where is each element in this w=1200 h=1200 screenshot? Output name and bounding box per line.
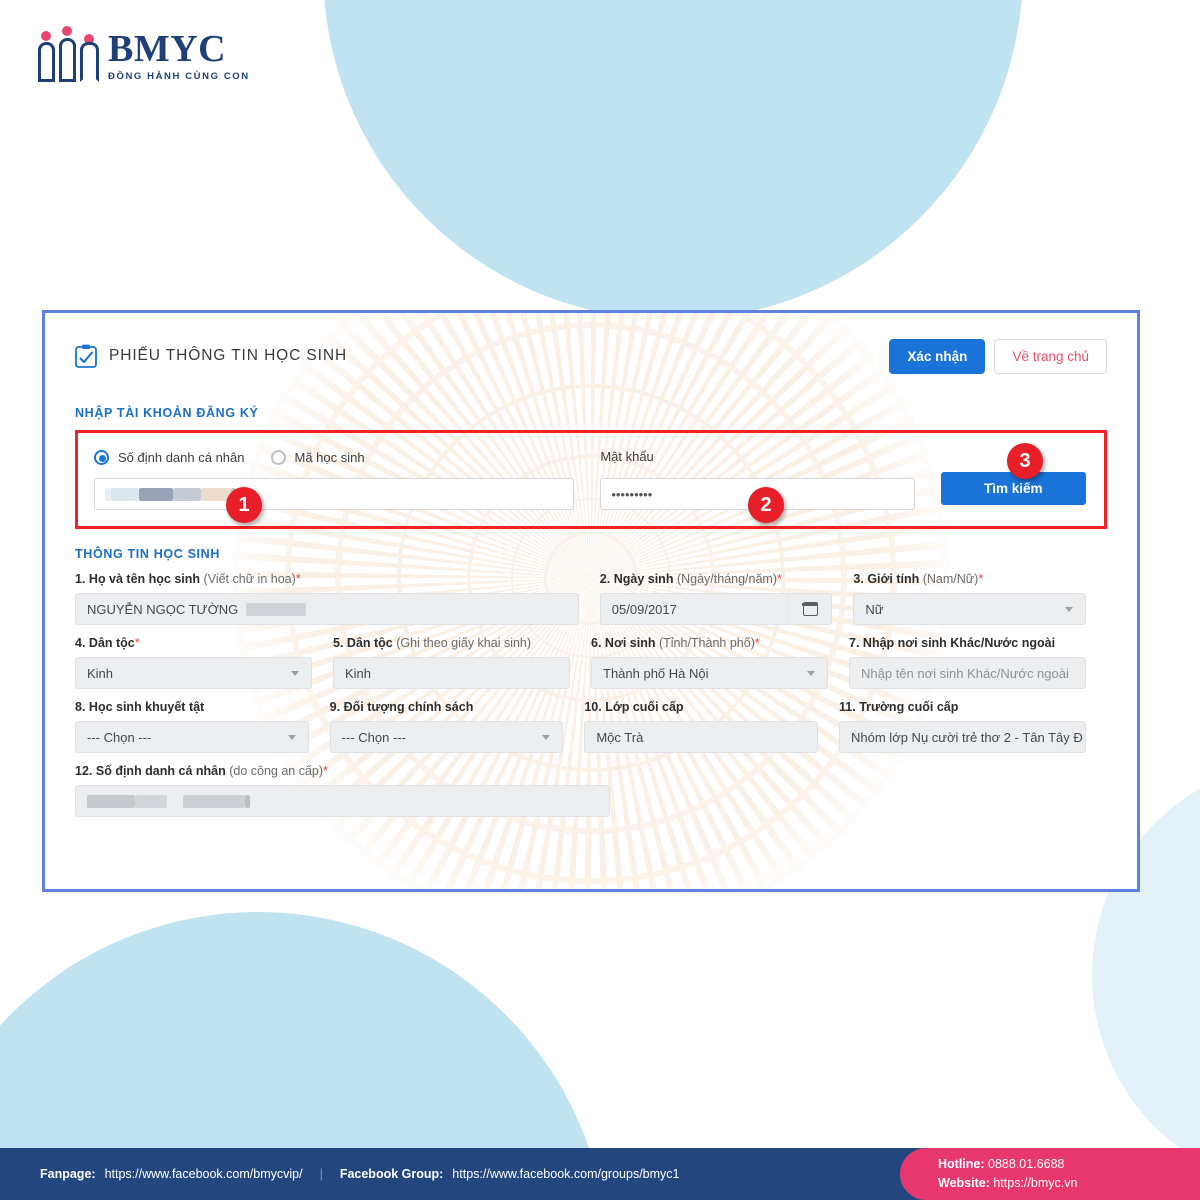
logo-wordmark: BMYC	[108, 28, 227, 70]
field-label: 6. Nơi sinh (Tỉnh/Thành phố)*	[591, 636, 760, 650]
redacted-value	[183, 794, 245, 808]
redacted-value	[245, 794, 250, 808]
field-label: 4. Dân tộc*	[75, 636, 140, 650]
website-row: Website: https://bmyc.vn	[938, 1174, 1200, 1193]
section-heading-student: THÔNG TIN HỌC SINH	[75, 547, 221, 561]
field-ethnicity-birthcert: 5. Dân tộc (Ghi theo giấy khai sinh) Kin…	[333, 636, 591, 689]
callout-badge-3: 3	[1007, 443, 1043, 479]
personal-id-input[interactable]	[94, 478, 575, 510]
page-title: PHIẾU THÔNG TIN HỌC SINH	[109, 347, 348, 364]
field-label: 11. Trường cuối cấp	[839, 700, 959, 714]
page-root: BMYC ĐỒNG HÀNH CÙNG CON PHIẾU THÔNG TIN …	[0, 0, 1200, 1200]
redacted-value	[246, 602, 307, 616]
field-full-name: 1. Họ và tên học sinh (Viết chữ in hoa)*…	[75, 572, 600, 625]
field-label: 3. Giới tính (Nam/Nữ)*	[853, 572, 984, 586]
full-name-input[interactable]: NGUYỄN NGỌC TƯỜNG	[75, 593, 579, 625]
field-label: 10. Lớp cuối cấp	[584, 700, 684, 714]
hotline-row: Hotline: 0888.01.6688	[938, 1155, 1200, 1174]
group-label: Facebook Group:	[339, 1167, 444, 1181]
website-label: Website:	[938, 1176, 990, 1190]
field-birth-date: 2. Ngày sinh (Ngày/tháng/năm)* 05/09/201…	[599, 572, 854, 625]
personal-id-number-input[interactable]	[75, 785, 610, 817]
callout-badge-2: 2	[748, 487, 784, 523]
redacted-value	[105, 487, 236, 501]
redacted-value	[87, 794, 135, 808]
decorative-circle-top	[323, 0, 1023, 320]
search-button[interactable]: Tìm kiếm	[940, 472, 1086, 505]
last-class-input[interactable]: Mộc Trà	[584, 721, 819, 753]
field-row: 12. Số định danh cá nhân (do công an cấp…	[75, 764, 1107, 817]
field-ethnicity: 4. Dân tộc* Kinh	[75, 636, 333, 689]
back-home-button[interactable]: Về trang chủ	[994, 338, 1107, 374]
field-label: 12. Số định danh cá nhân (do công an cấp…	[75, 764, 328, 778]
disability-select[interactable]: --- Chọn ---	[75, 721, 309, 753]
field-gender: 3. Giới tính (Nam/Nữ)* Nữ	[853, 572, 1107, 625]
field-row: 1. Họ và tên học sinh (Viết chữ in hoa)*…	[75, 572, 1107, 625]
field-personal-id-number: 12. Số định danh cá nhân (do công an cấp…	[75, 764, 631, 817]
birth-date-input[interactable]: 05/09/2017	[599, 593, 789, 625]
radio-student-code-label: Mã học sinh	[294, 449, 365, 465]
field-disability: 8. Học sinh khuyết tật --- Chọn ---	[75, 700, 330, 753]
redacted-value	[135, 794, 167, 808]
radio-student-code[interactable]: Mã học sinh	[270, 449, 365, 465]
full-name-value: NGUYỄN NGỌC TƯỜNG	[87, 601, 239, 617]
footer-contact: Hotline: 0888.01.6688 Website: https://b…	[900, 1148, 1200, 1200]
website-value[interactable]: https://bmyc.vn	[993, 1176, 1077, 1190]
logo-tagline: ĐỒNG HÀNH CÙNG CON	[108, 71, 250, 82]
field-label: 2. Ngày sinh (Ngày/tháng/năm)*	[599, 572, 782, 586]
confirm-button[interactable]: Xác nhận	[889, 338, 986, 374]
group-url[interactable]: https://www.facebook.com/groups/bmyc1	[452, 1167, 679, 1181]
field-birth-place: 6. Nơi sinh (Tỉnh/Thành phố)* Thành phố …	[591, 636, 849, 689]
calendar-icon[interactable]	[788, 593, 833, 625]
last-school-input[interactable]: Nhóm lớp Nụ cười trẻ thơ 2 - Tân Tây Đ	[839, 721, 1087, 753]
fanpage-label: Fanpage:	[40, 1167, 96, 1181]
field-last-school: 11. Trường cuối cấp Nhóm lớp Nụ cười trẻ…	[839, 700, 1107, 753]
ethnicity-birthcert-input[interactable]: Kinh	[333, 657, 570, 689]
hotline-value: 0888.01.6688	[988, 1156, 1065, 1171]
hotline-label: Hotline:	[938, 1156, 985, 1171]
radio-student-code-indicator[interactable]	[270, 449, 286, 465]
footer-social-links: Fanpage: https://www.facebook.com/bmycvi…	[0, 1167, 900, 1181]
field-last-class: 10. Lớp cuối cấp Mộc Trà	[584, 700, 839, 753]
field-row: 8. Học sinh khuyết tật --- Chọn --- 9. Đ…	[75, 700, 1107, 753]
page-footer: Fanpage: https://www.facebook.com/bmycvi…	[0, 1148, 1200, 1200]
radio-personal-id-indicator[interactable]	[94, 449, 109, 465]
radio-personal-id[interactable]: Số định danh cá nhân	[94, 449, 245, 465]
clipboard-check-icon	[75, 344, 97, 368]
policy-target-select[interactable]: --- Chọn ---	[329, 721, 564, 753]
field-row: 4. Dân tộc* Kinh 5. Dân tộc (Ghi theo gi…	[75, 636, 1107, 689]
field-label: 1. Họ và tên học sinh (Viết chữ in hoa)*	[75, 572, 301, 586]
footer-separator: |	[319, 1167, 323, 1181]
login-type-radio-group[interactable]: Số định danh cá nhân Mã học sinh	[94, 447, 574, 467]
birth-place-select[interactable]: Thành phố Hà Nội	[591, 657, 828, 689]
ethnicity-select[interactable]: Kinh	[75, 657, 312, 689]
field-label: 9. Đối tượng chính sách	[329, 700, 474, 714]
field-label: 7. Nhập nơi sinh Khác/Nước ngoài	[849, 636, 1056, 650]
callout-badge-1: 1	[226, 487, 262, 523]
field-label: 8. Học sinh khuyết tật	[75, 700, 205, 714]
birth-place-other-input[interactable]: Nhập tên nơi sinh Khác/Nước ngoài	[849, 657, 1086, 689]
password-label: Mật khẩu	[600, 449, 654, 464]
bmyc-logo: BMYC ĐỒNG HÀNH CÙNG CON	[38, 24, 250, 82]
section-heading-account: NHẬP TÀI KHOẢN ĐĂNG KÝ	[75, 406, 259, 420]
card-header: PHIẾU THÔNG TIN HỌC SINH Xác nhận Về tra…	[75, 338, 1107, 374]
logo-mark-icon	[38, 24, 100, 82]
gender-select[interactable]: Nữ	[853, 593, 1086, 625]
radio-personal-id-label: Số định danh cá nhân	[118, 449, 245, 465]
field-policy-target: 9. Đối tượng chính sách --- Chọn ---	[329, 700, 585, 753]
fanpage-url[interactable]: https://www.facebook.com/bmycvip/	[105, 1167, 303, 1181]
field-birth-place-other: 7. Nhập nơi sinh Khác/Nước ngoài Nhập tê…	[849, 636, 1107, 689]
student-info-form-card: PHIẾU THÔNG TIN HỌC SINH Xác nhận Về tra…	[42, 310, 1140, 892]
field-label: 5. Dân tộc (Ghi theo giấy khai sinh)	[333, 636, 532, 650]
student-fields-grid: 1. Họ và tên học sinh (Viết chữ in hoa)*…	[75, 572, 1107, 817]
